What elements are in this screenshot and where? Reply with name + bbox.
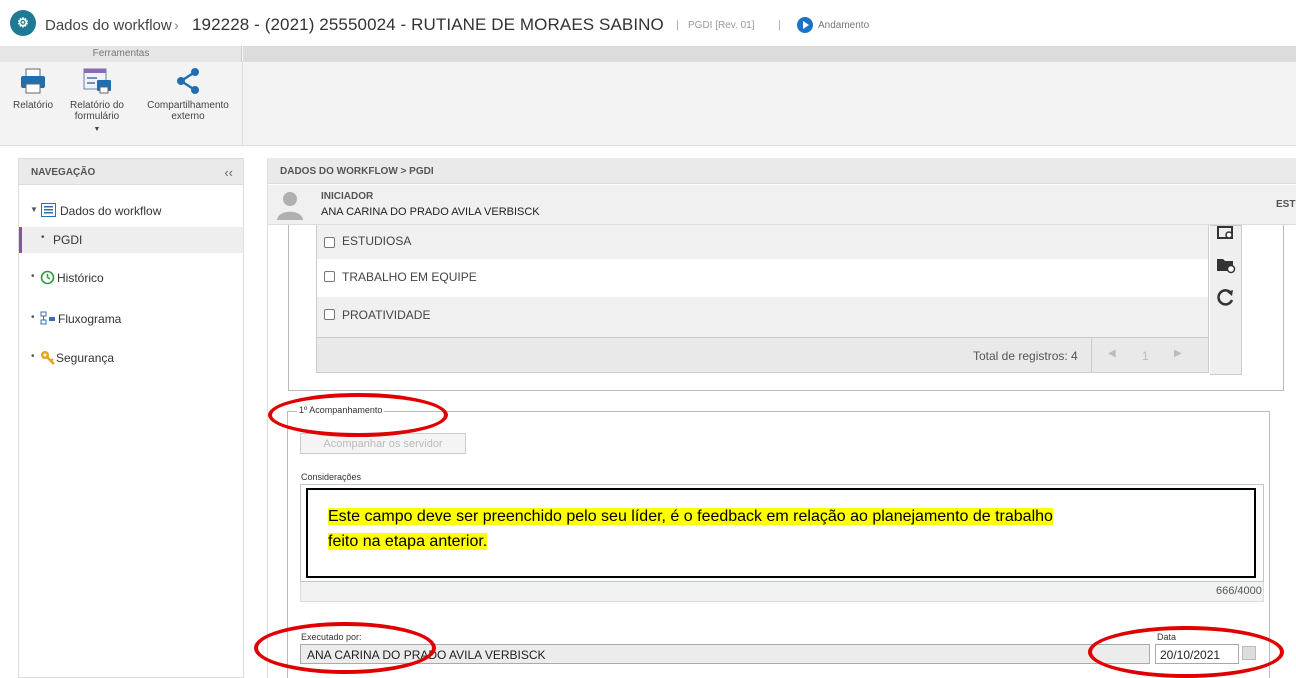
follow-server-button[interactable]: Acompanhar os servidor <box>300 433 466 454</box>
form-report-label-2: formulário <box>74 111 120 122</box>
revision-label: PGDI [Rev. 01] <box>688 20 755 31</box>
total-records: Total de registros: 4 <box>973 349 1078 363</box>
nav-header: NAVEGAÇÃO ‹‹ <box>19 159 243 185</box>
initiator-label: INICIADOR <box>321 191 374 202</box>
printer-icon <box>21 68 45 94</box>
sidebar-item-seguranca[interactable]: • Segurança <box>19 345 243 371</box>
form-report-label-1: Relatório do <box>70 100 124 111</box>
nav-title: NAVEGAÇÃO <box>31 167 96 178</box>
history-icon <box>40 270 55 288</box>
collapse-icon[interactable]: ‹‹ <box>224 165 233 180</box>
breadcrumb-separator: › <box>174 17 179 33</box>
sidebar-item-pgdi[interactable]: • PGDI <box>19 227 243 253</box>
pager-divider <box>1091 338 1092 372</box>
share-label-1: Compartilhamento <box>147 100 229 111</box>
annotation-ellipse-date <box>1088 626 1284 678</box>
workflow-gears-icon[interactable]: ⚙ <box>10 10 36 36</box>
instruction-line-1: Este campo deve ser preenchido pelo seu … <box>328 508 1053 525</box>
toolbar-ribbon: Ferramentas Relatório Relatório do formu… <box>0 46 1296 146</box>
page-title: 192228 - (2021) 25550024 - RUTIANE DE MO… <box>192 15 664 34</box>
list-document-icon <box>41 203 56 220</box>
truncated-header-label: ESTE <box>1276 199 1296 210</box>
bullet-icon: • <box>31 312 35 323</box>
next-page-icon[interactable]: ▶ <box>1174 348 1182 359</box>
sidebar-item-label: Segurança <box>56 351 115 365</box>
share-icon <box>177 68 199 94</box>
sidebar-item-historico[interactable]: • Histórico <box>19 265 243 291</box>
share-label-2: externo <box>171 111 205 122</box>
form-report-icon <box>83 68 111 94</box>
report-button[interactable]: Relatório <box>6 66 60 111</box>
row-checkbox[interactable] <box>324 309 335 320</box>
external-share-button[interactable]: Compartilhamento externo <box>140 66 236 122</box>
content-breadcrumb: DADOS DO WORKFLOW > PGDI <box>280 166 434 177</box>
ribbon-header-fill <box>243 46 1296 62</box>
folder-settings-icon <box>1217 259 1236 274</box>
row-label: TRABALHO EM EQUIPE <box>342 270 477 284</box>
header-divider: | <box>676 19 679 31</box>
initiator-name: ANA CARINA DO PRADO AVILA VERBISCK <box>321 206 540 218</box>
report-button-label: Relatório <box>12 100 54 111</box>
table-row[interactable]: TRABALHO EM EQUIPE <box>316 259 1209 297</box>
annotation-ellipse-legend <box>268 393 448 437</box>
sidebar-item-fluxograma[interactable]: • Fluxograma <box>19 306 243 332</box>
table-row[interactable]: PROATIVIDADE <box>316 297 1209 337</box>
instruction-callout: Este campo deve ser preenchido pelo seu … <box>306 488 1256 578</box>
ribbon-divider <box>242 62 243 146</box>
status-label: Andamento <box>818 20 870 31</box>
ribbon-group-header: Ferramentas <box>0 46 242 62</box>
annotation-ellipse-executed-by <box>254 622 436 674</box>
breadcrumb-workflow[interactable]: Dados do workflow <box>45 17 172 34</box>
bullet-icon: • <box>31 351 35 362</box>
character-counter: 666/4000 <box>1216 585 1262 597</box>
sidebar-item-dados-do-workflow[interactable]: ▼ Dados do workflow <box>19 198 243 224</box>
flowchart-icon <box>40 311 56 328</box>
chevron-down-icon[interactable]: ▼ <box>66 124 128 135</box>
row-label: PROATIVIDADE <box>342 308 431 322</box>
form-report-button[interactable]: Relatório do formulário ▼ <box>66 66 128 135</box>
row-checkbox[interactable] <box>324 237 335 248</box>
previous-page-icon[interactable]: ◀ <box>1108 348 1116 359</box>
bullet-icon: • <box>31 271 35 282</box>
avatar <box>277 192 303 220</box>
instruction-text: Este campo deve ser preenchido pelo seu … <box>328 504 1208 554</box>
textarea-footer <box>300 582 1264 602</box>
top-bar: ⚙ Dados do workflow › 192228 - (2021) 25… <box>0 0 1296 46</box>
table-row[interactable]: ESTUDIOSA <box>316 225 1209 259</box>
expand-arrow-icon[interactable]: ▼ <box>30 205 38 214</box>
bullet-icon: • <box>41 232 45 243</box>
key-icon <box>40 350 56 368</box>
sidebar-item-label: Fluxograma <box>58 312 122 326</box>
instruction-line-2: feito na etapa anterior. <box>328 533 488 550</box>
sidebar-item-label: Dados do workflow <box>60 204 162 218</box>
initiator-bar: INICIADOR ANA CARINA DO PRADO AVILA VERB… <box>268 185 1296 225</box>
grid-side-toolbar <box>1210 225 1242 375</box>
page-number[interactable]: 1 <box>1142 349 1149 363</box>
refresh-icon <box>1217 289 1234 306</box>
sidebar-item-label: PGDI <box>53 233 83 247</box>
sidebar-item-label: Histórico <box>57 271 104 285</box>
grid-pagination: Total de registros: 4 ◀ 1 ▶ <box>316 337 1209 373</box>
ribbon-group-label: Ferramentas <box>92 48 150 59</box>
row-label: ESTUDIOSA <box>342 234 412 248</box>
navigation-panel: NAVEGAÇÃO ‹‹ ▼ Dados do workflow • PGDI … <box>18 158 244 678</box>
considerations-label: Considerações <box>301 472 362 482</box>
header-divider: | <box>778 19 781 31</box>
row-checkbox[interactable] <box>324 271 335 282</box>
view-record-icon <box>1217 226 1233 239</box>
play-status-icon <box>797 17 813 33</box>
breadcrumb: DADOS DO WORKFLOW > PGDI <box>268 158 1296 184</box>
